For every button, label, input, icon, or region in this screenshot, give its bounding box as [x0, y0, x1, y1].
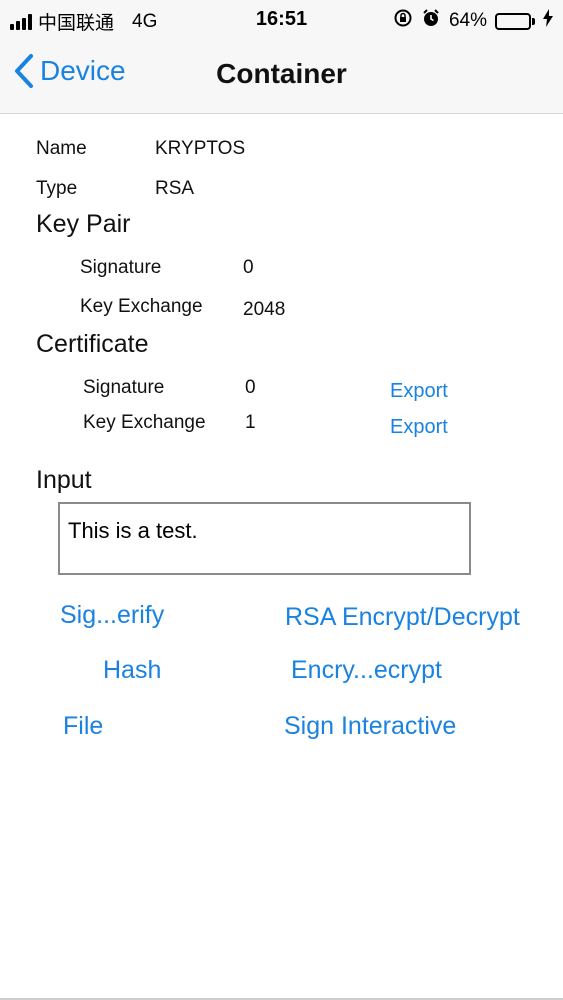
input-header: Input: [36, 466, 92, 494]
battery-percent: 64%: [448, 10, 487, 31]
battery-icon: [495, 12, 535, 30]
file-button[interactable]: File: [63, 712, 103, 741]
export-key-exchange-button[interactable]: Export: [390, 416, 448, 439]
alarm-icon: [421, 8, 441, 34]
key-pair-key-exchange-label: Key Exchange: [80, 296, 203, 317]
hash-button[interactable]: Hash: [103, 656, 161, 685]
navigation-bar: Device Container: [0, 40, 563, 114]
export-signature-button[interactable]: Export: [390, 380, 448, 403]
key-pair-header: Key Pair: [36, 210, 131, 238]
status-bar: 中国联通 4G 16:51 64%: [0, 0, 563, 40]
certificate-signature-value: 0: [245, 377, 256, 398]
key-pair-key-exchange-value: 2048: [243, 299, 286, 320]
page-title: Container: [216, 58, 347, 89]
certificate-key-exchange-label: Key Exchange: [83, 412, 206, 433]
orientation-lock-icon: [393, 8, 413, 34]
input-text-field[interactable]: This is a test.: [58, 502, 471, 575]
key-pair-signature-value: 0: [243, 257, 254, 278]
sign-verify-button[interactable]: Sig...erify: [60, 601, 164, 630]
certificate-signature-label: Signature: [83, 377, 165, 398]
status-right: 64%: [393, 8, 553, 34]
type-label: Type: [36, 178, 78, 199]
name-value: KRYPTOS: [155, 138, 246, 159]
certificate-header: Certificate: [36, 330, 149, 358]
rsa-encrypt-decrypt-button[interactable]: RSA Encrypt/Decrypt: [285, 603, 520, 632]
type-value: RSA: [155, 178, 195, 199]
key-pair-signature-label: Signature: [80, 257, 162, 278]
sign-interactive-button[interactable]: Sign Interactive: [284, 712, 456, 741]
certificate-key-exchange-value: 1: [245, 412, 256, 433]
charging-icon: [543, 9, 553, 33]
name-label: Name: [36, 138, 87, 159]
encrypt-decrypt-button[interactable]: Encry...ecrypt: [291, 656, 442, 685]
